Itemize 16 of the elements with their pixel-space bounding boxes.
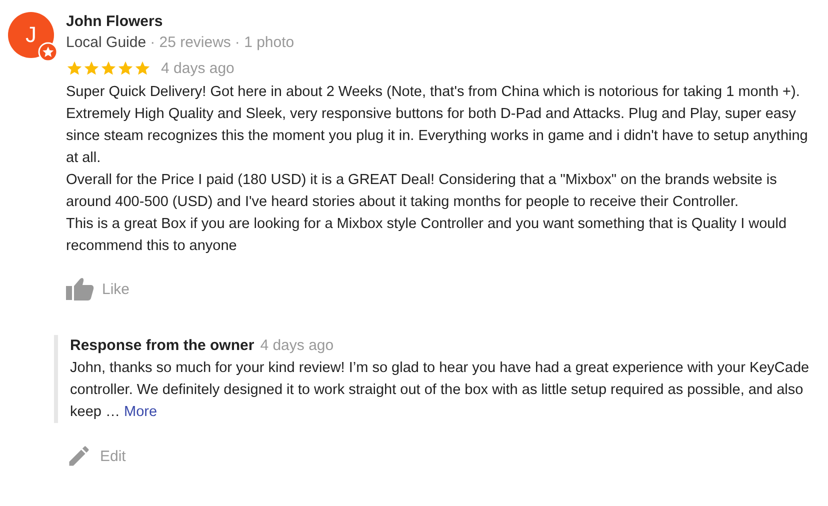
review-text: Super Quick Delivery! Got here in about 2 Weeks (Note, that's from China which is notorious for taking 1 month +). Extremely High Quality and Sleek, very responsive buttons for both D-Pad and Attacks. Plug and Play, super easy since steam recognizes this the moment you plug it in. Everything works in game and i didn't have to setup anything at all.: [66, 83, 809, 168]
more-link[interactable]: More: [124, 404, 158, 420]
thumbs-up-icon: [66, 277, 94, 301]
reviewer-name[interactable]: John Flowers: [66, 12, 822, 32]
photo-count: · 1 photo: [234, 33, 294, 53]
edit-button[interactable]: Edit: [66, 443, 126, 469]
like-button[interactable]: Like: [66, 277, 130, 301]
review-count: · 25 reviews: [150, 33, 231, 53]
response-text: John, thanks so much for your kind review! I’m so glad to hear you have had a great experience with your KeyCade controller. We definitely designed it to work straight out of the box with as little setup required as possible, and also keep … More: [70, 359, 810, 422]
response-title: Response from the owner: [70, 336, 254, 356]
response-time: 4 days ago: [260, 336, 334, 356]
star-badge-icon: [38, 42, 58, 62]
review-time: 4 days ago: [161, 60, 234, 77]
review-text: Overall for the Price I paid (180 USD) it is a GREAT Deal! Considering that a "Mixbox" on the brands website is around 400-500 (USD) and I've heard stories about it taking months for people to receive their Controller.: [66, 171, 778, 212]
local-guide-label: Local Guide: [66, 33, 146, 53]
review-text: This is a great Box if you are looking for a Mixbox style Controller and you want something that is Quality I would recommend this to anyone: [66, 215, 788, 256]
